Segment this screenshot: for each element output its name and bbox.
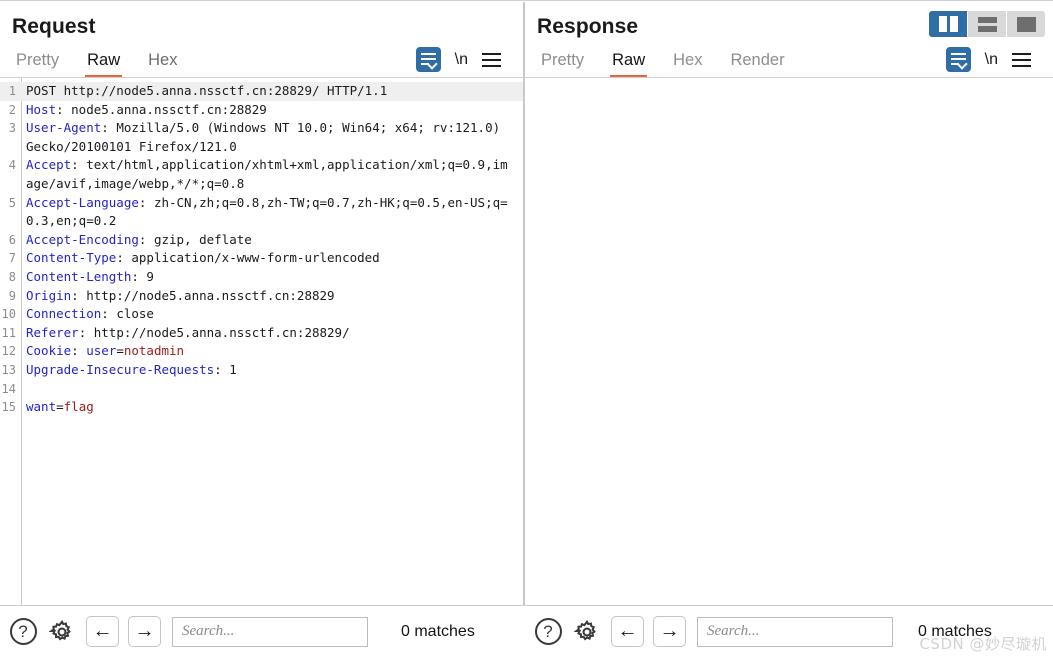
line-text: User-Agent: Mozilla/5.0 (Windows NT 10.0… [26, 120, 508, 154]
line-number: 13 [1, 362, 16, 377]
help-icon[interactable]: ? [8, 617, 38, 647]
request-editor[interactable]: 1 POST http://node5.anna.nssctf.cn:28829/… [0, 77, 523, 605]
line-number: 1 [8, 84, 16, 98]
search-next-button[interactable]: → [653, 616, 686, 647]
line-text: Content-Length: 9 [26, 268, 154, 284]
line-number: 10 [1, 307, 16, 322]
code-line: 9 Origin: http://node5.anna.nssctf.cn:288… [0, 287, 523, 306]
search-input[interactable] [705, 622, 885, 641]
request-search-box[interactable] [172, 616, 368, 647]
line-number: 2 [8, 102, 16, 117]
line-text: Referer: http://node5.anna.nssctf.cn:288… [26, 324, 350, 340]
tab-response-pretty[interactable]: Pretty [539, 50, 586, 77]
layout-horizontal-split-button[interactable] [968, 11, 1007, 37]
response-search-box[interactable] [697, 616, 893, 647]
line-text: want=flag [26, 399, 94, 415]
code-line: 7 Content-Type: application/x-www-form-ur… [0, 249, 523, 268]
line-text: Accept-Language: zh-CN,zh;q=0.8,zh-TW;q=… [26, 194, 508, 229]
line-number: 5 [8, 195, 16, 210]
tab-response-render[interactable]: Render [728, 50, 786, 77]
code-line: 5 Accept-Language: zh-CN,zh;q=0.8,zh-TW;q… [0, 194, 523, 231]
code-line: 6 Accept-Encoding: gzip, deflate [0, 231, 523, 250]
tab-response-hex[interactable]: Hex [671, 50, 704, 77]
response-toolbar: ? ← → 0 matches CSDN @妙尽璇机 [525, 605, 1053, 657]
gear-icon[interactable] [47, 617, 77, 647]
line-text: POST http://node5.anna.nssctf.cn:28829/ … [26, 83, 388, 98]
line-text: Upgrade-Insecure-Requests: 1 [26, 361, 237, 377]
line-text: Connection: close [26, 306, 154, 322]
tab-response-raw[interactable]: Raw [610, 50, 648, 77]
menu-icon[interactable] [482, 52, 501, 67]
request-title: Request [12, 15, 96, 38]
code-line: 2 Host: node5.anna.nssctf.cn:28829 [0, 101, 523, 120]
response-tab-actions: \n [945, 47, 1031, 72]
response-tabs: Pretty Raw Hex Render \n [537, 43, 1041, 77]
code-line: 4 Accept: text/html,application/xhtml+xml… [0, 156, 523, 193]
tab-request-hex[interactable]: Hex [146, 50, 179, 77]
code-line: 11 Referer: http://node5.anna.nssctf.cn:2… [0, 324, 523, 343]
code-line: 1 POST http://node5.anna.nssctf.cn:28829/… [0, 82, 523, 101]
request-match-count: 0 matches [401, 622, 475, 640]
response-editor[interactable] [525, 77, 1053, 605]
newline-icon[interactable]: \n [985, 51, 998, 69]
line-text: Accept-Encoding: gzip, deflate [26, 231, 252, 247]
code-line: 10 Connection: close [0, 305, 523, 324]
line-text: Host: node5.anna.nssctf.cn:28829 [26, 101, 267, 117]
line-number: 15 [1, 400, 16, 415]
request-tabs: Pretty Raw Hex \n [12, 43, 511, 77]
code-line: 13 Upgrade-Insecure-Requests: 1 [0, 361, 523, 380]
layout-toggle-group [929, 11, 1045, 37]
burp-message-editor: Request Pretty Raw Hex \n 1 POST http://n… [0, 0, 1053, 657]
request-header: Request Pretty Raw Hex \n [0, 2, 523, 77]
request-toolbar: ? ← → 0 matches [0, 605, 523, 657]
help-icon[interactable]: ? [533, 617, 563, 647]
code-line: 14 [0, 380, 523, 399]
line-number: 6 [8, 232, 16, 247]
line-number: 3 [8, 121, 16, 136]
menu-icon[interactable] [1012, 52, 1031, 67]
request-pane: Request Pretty Raw Hex \n 1 POST http://n… [0, 2, 523, 657]
search-prev-button[interactable]: ← [86, 616, 119, 647]
layout-vertical-split-button[interactable] [929, 11, 968, 37]
line-text: Origin: http://node5.anna.nssctf.cn:2882… [26, 287, 335, 303]
gear-icon[interactable] [572, 617, 602, 647]
word-wrap-icon[interactable] [415, 47, 441, 72]
code-line: 15 want=flag [0, 398, 523, 417]
tab-request-pretty[interactable]: Pretty [14, 50, 61, 77]
request-code: 1 POST http://node5.anna.nssctf.cn:28829/… [0, 82, 523, 417]
layout-single-pane-button[interactable] [1007, 11, 1045, 37]
newline-icon[interactable]: \n [455, 51, 468, 69]
search-next-button[interactable]: → [128, 616, 161, 647]
tab-request-raw[interactable]: Raw [85, 50, 123, 77]
response-match-count: 0 matches [918, 622, 992, 640]
line-number: 4 [8, 158, 16, 173]
response-pane: Response Pretty Raw Hex Render \n ? ← → … [525, 2, 1053, 657]
line-number: 14 [1, 381, 16, 396]
line-text: Cookie: user=notadmin [26, 343, 185, 359]
line-text: Content-Type: application/x-www-form-url… [26, 250, 380, 266]
search-input[interactable] [180, 622, 360, 641]
code-line: 12 Cookie: user=notadmin [0, 342, 523, 361]
search-prev-button[interactable]: ← [611, 616, 644, 647]
word-wrap-icon[interactable] [945, 47, 971, 72]
line-number: 12 [1, 344, 16, 359]
response-header: Response Pretty Raw Hex Render \n [525, 2, 1053, 77]
code-line: 3 User-Agent: Mozilla/5.0 (Windows NT 10.… [0, 119, 523, 156]
line-number: 8 [8, 269, 16, 284]
line-number: 7 [8, 251, 16, 266]
line-number: 11 [1, 325, 16, 340]
code-line: 8 Content-Length: 9 [0, 268, 523, 287]
request-tab-actions: \n [415, 47, 501, 72]
line-text: Accept: text/html,application/xhtml+xml,… [26, 157, 508, 191]
line-number: 9 [8, 288, 16, 303]
